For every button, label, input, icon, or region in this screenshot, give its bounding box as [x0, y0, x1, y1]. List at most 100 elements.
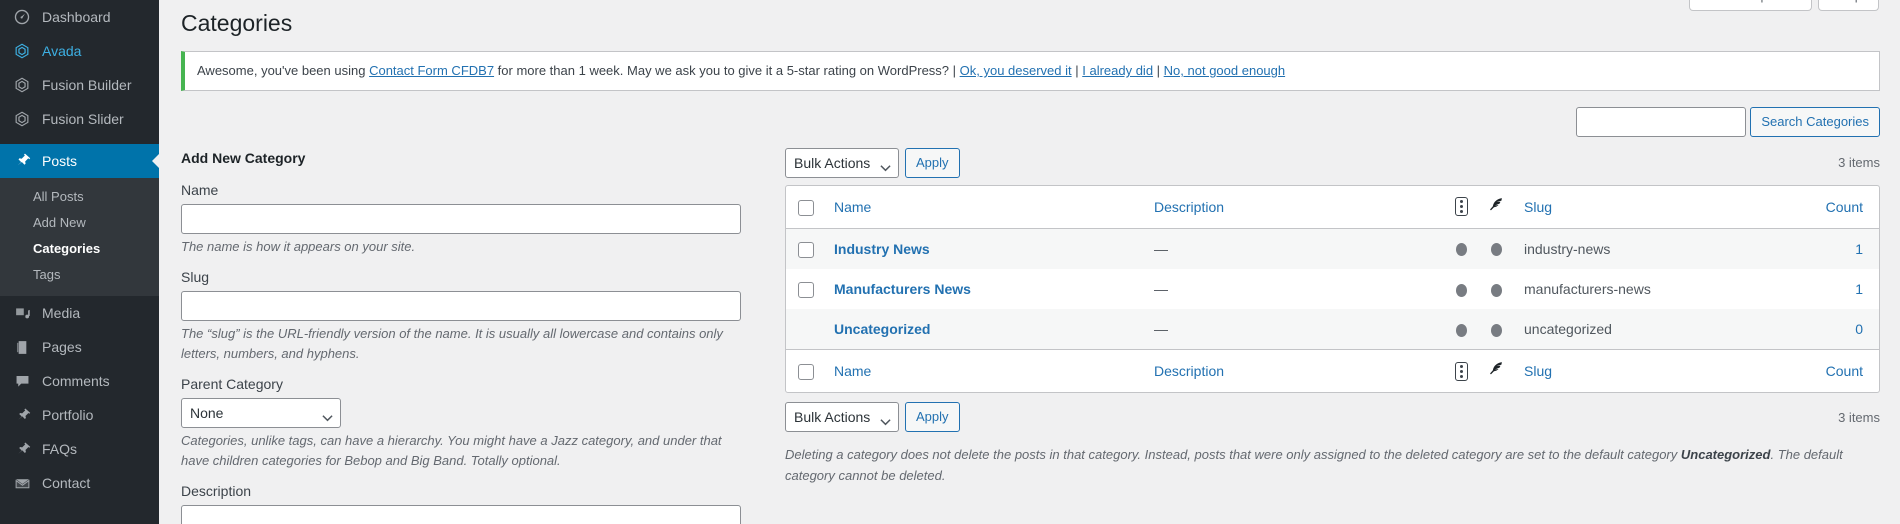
apply-button-bottom[interactable]: Apply	[905, 402, 960, 433]
column-header-feather[interactable]	[1478, 186, 1514, 229]
select-all-checkbox[interactable]	[798, 199, 814, 216]
sidebar-item-avada[interactable]: Avada	[0, 34, 159, 68]
sidebar-subitem-categories[interactable]: Categories	[0, 236, 159, 262]
notice-link-ok[interactable]: Ok, you deserved it	[960, 63, 1072, 78]
row-count-cell: 1	[1774, 269, 1879, 309]
row-slug-cell: industry-news	[1514, 228, 1774, 269]
sidebar-item-portfolio[interactable]: Portfolio	[0, 398, 159, 432]
plugin-rating-notice: Awesome, you've been using Contact Form …	[181, 51, 1880, 91]
name-description: The name is how it appears on your site.	[181, 238, 416, 254]
row-checkbox-cell	[786, 309, 824, 350]
description-label: Description	[181, 483, 252, 499]
language-column-icon	[1454, 197, 1468, 217]
column-footer-count[interactable]: Count	[1774, 349, 1879, 392]
notice-text-before: Awesome, you've been using	[197, 63, 370, 78]
form-heading: Add New Category	[181, 149, 306, 166]
delete-category-note: Deleting a category does not delete the …	[785, 445, 1880, 487]
table-body: Industry News — industry-news 1 Manufact…	[786, 228, 1879, 350]
category-count-link[interactable]: 1	[1855, 281, 1863, 297]
notice-link-already-did[interactable]: I already did	[1082, 63, 1153, 78]
column-header-description[interactable]: Description	[1144, 186, 1444, 229]
category-name-link[interactable]: Uncategorized	[834, 321, 930, 337]
field-name: Name The name is how it appears on your …	[181, 181, 763, 257]
sidebar-subitem-tags[interactable]: Tags	[0, 262, 159, 288]
row-language-cell	[1444, 269, 1478, 309]
sidebar-item-label: Avada	[42, 43, 82, 59]
notice-text-middle: for more than 1 week. May we ask you to …	[494, 63, 960, 78]
sidebar-item-pages[interactable]: Pages	[0, 330, 159, 364]
sidebar-item-label: Portfolio	[42, 407, 94, 423]
sidebar-subitem-add-new[interactable]: Add New	[0, 210, 159, 236]
column-header-slug[interactable]: Slug	[1514, 186, 1774, 229]
sidebar-submenu-posts: All Posts Add New Categories Tags	[0, 178, 159, 296]
name-input[interactable]	[181, 203, 741, 234]
notice-plugin-link[interactable]: Contact Form CFDB7	[369, 63, 494, 78]
column-footer-name[interactable]: Name	[824, 349, 1144, 392]
column-header-language[interactable]	[1444, 186, 1478, 229]
notice-link-not-good-enough[interactable]: No, not good enough	[1164, 63, 1285, 78]
note-default-category: Uncategorized	[1680, 447, 1771, 463]
screen-meta-links: Screen Options Help	[1688, 0, 1879, 11]
slug-description: The “slug” is the URL-friendly version o…	[181, 326, 723, 361]
bulk-actions-select-top[interactable]: Bulk Actions	[785, 147, 899, 178]
column-header-name[interactable]: Name	[824, 186, 1144, 229]
row-checkbox[interactable]	[798, 241, 814, 258]
category-name-link[interactable]: Industry News	[834, 241, 930, 257]
column-footer-feather[interactable]	[1478, 349, 1514, 392]
sidebar-item-label: Media	[42, 305, 81, 321]
language-column-icon	[1454, 361, 1468, 381]
sidebar-item-label: Comments	[42, 373, 110, 389]
help-button[interactable]: Help	[1818, 0, 1879, 11]
row-slug-cell: manufacturers-news	[1524, 280, 1651, 297]
bulk-actions-select-wrap-top: Bulk Actions	[785, 147, 899, 178]
language-status-dot-icon	[1455, 243, 1467, 257]
select-all-header	[786, 186, 824, 229]
sidebar-item-contact[interactable]: Contact	[0, 466, 159, 500]
feather-icon	[1488, 362, 1504, 381]
search-categories-button[interactable]: Search Categories	[1750, 106, 1880, 137]
tablenav-bottom: Bulk Actions Apply 3 items	[785, 399, 1880, 435]
sidebar-item-media[interactable]: Media	[0, 296, 159, 330]
bulk-actions-select-wrap-bottom: Bulk Actions	[785, 402, 899, 433]
screen-options-button[interactable]: Screen Options	[1688, 0, 1813, 11]
select-all-checkbox-footer[interactable]	[798, 364, 814, 381]
fusion-slider-icon	[11, 109, 33, 129]
media-icon	[11, 303, 33, 323]
table-row: Uncategorized — uncategorized 0	[786, 309, 1879, 350]
slug-input[interactable]	[181, 291, 741, 321]
column-header-count[interactable]: Count	[1774, 186, 1879, 229]
feather-status-dot-icon	[1490, 283, 1502, 297]
admin-page: Dashboard Avada Fusion Builder Fusion Sl…	[0, 0, 1900, 524]
columns: Add New Category Name The name is how it…	[181, 145, 1880, 524]
category-count-link[interactable]: 1	[1855, 241, 1863, 257]
bulk-actions-select-bottom[interactable]: Bulk Actions	[785, 402, 899, 433]
column-footer-slug[interactable]: Slug	[1514, 349, 1774, 392]
table-row: Industry News — industry-news 1	[786, 228, 1879, 269]
sidebar-item-label: FAQs	[42, 441, 78, 457]
sidebar-item-faqs[interactable]: FAQs	[0, 432, 159, 466]
sidebar-item-dashboard[interactable]: Dashboard	[0, 0, 159, 34]
row-count-cell: 1	[1774, 228, 1879, 269]
row-name-cell: Industry News	[824, 228, 1144, 269]
comments-icon	[11, 371, 33, 391]
parent-category-select[interactable]: None	[181, 398, 341, 428]
search-input[interactable]	[1576, 106, 1747, 137]
sidebar-item-posts[interactable]: Posts	[0, 144, 159, 178]
category-count-link[interactable]: 0	[1855, 321, 1863, 337]
field-slug: Slug The “slug” is the URL-friendly vers…	[181, 268, 763, 363]
row-name-cell: Uncategorized	[824, 309, 1144, 350]
page-wrap: Categories Awesome, you've been using Co…	[159, 0, 1900, 524]
sidebar-item-fusion-slider[interactable]: Fusion Slider	[0, 102, 159, 136]
sidebar-item-comments[interactable]: Comments	[0, 364, 159, 398]
category-name-link[interactable]: Manufacturers News	[834, 281, 971, 297]
slug-label: Slug	[181, 269, 210, 285]
column-footer-description[interactable]: Description	[1144, 349, 1444, 392]
sidebar-item-fusion-builder[interactable]: Fusion Builder	[0, 68, 159, 102]
description-textarea[interactable]	[181, 505, 741, 524]
column-footer-language[interactable]	[1444, 349, 1478, 392]
row-checkbox[interactable]	[798, 282, 814, 299]
sidebar-item-label: Posts	[42, 153, 78, 169]
sidebar-subitem-all-posts[interactable]: All Posts	[0, 184, 159, 210]
note-before: Deleting a category does not delete the …	[785, 447, 1681, 463]
apply-button-top[interactable]: Apply	[905, 147, 960, 178]
